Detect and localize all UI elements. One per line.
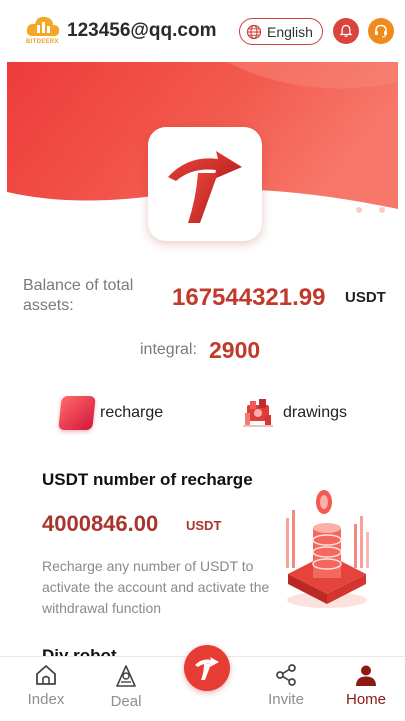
brand-logo-tile [148, 127, 262, 241]
headset-icon [375, 24, 387, 38]
nav-invite-label: Invite [268, 691, 304, 708]
integral-value: 2900 [209, 337, 261, 363]
brand-logo-icon [168, 151, 242, 223]
nav-home-label: Home [345, 691, 386, 708]
bottom-nav: Index Deal Invite Home [0, 645, 405, 721]
notification-button[interactable] [333, 18, 359, 44]
total-assets-unit: USDT [345, 289, 386, 306]
nav-home[interactable]: Home [336, 657, 396, 721]
deal-icon [116, 665, 136, 687]
recharge-card-title: USDT number of recharge [42, 470, 253, 489]
nav-deal[interactable]: Deal [96, 657, 156, 721]
recharge-label: recharge [100, 404, 164, 421]
drawings-button[interactable]: drawings [241, 393, 347, 433]
app-header: BITDEERX 123456@qq.com English [0, 0, 405, 62]
house-icon [36, 665, 56, 685]
nav-invite[interactable]: Invite [256, 657, 316, 721]
nav-center-button[interactable] [184, 645, 230, 691]
language-selector[interactable]: English [239, 18, 323, 45]
nav-deal-label: Deal [110, 693, 142, 710]
person-icon [356, 665, 376, 686]
recharge-card-amount: 4000846.00 [42, 511, 159, 536]
logo-text: BITDEERX [26, 39, 59, 45]
language-label: English [267, 23, 313, 40]
bell-icon [339, 24, 353, 37]
bitdeerx-logo[interactable]: BITDEERX [24, 12, 62, 50]
nav-index[interactable]: Index [16, 657, 76, 721]
total-assets-label: Balance of total assets: [23, 277, 134, 314]
recharge-card-unit: USDT [186, 518, 222, 533]
total-assets-value: 167544321.99 [172, 284, 326, 311]
integral-label: integral: [140, 341, 197, 358]
recharge-card-description: Recharge any number of USDT to activate … [42, 558, 270, 616]
recharge-button[interactable]: recharge [58, 393, 164, 433]
share-icon [276, 664, 296, 686]
customer-service-button[interactable] [368, 18, 394, 44]
coin-stack-illustration [286, 490, 369, 608]
withdraw-icon [243, 399, 273, 427]
drawings-label: drawings [283, 404, 348, 421]
globe-icon [246, 24, 262, 39]
recharge-icon [58, 396, 96, 430]
account-email: 123456@qq.com [67, 20, 217, 41]
brand-logo-icon [195, 657, 219, 680]
nav-index-label: Index [27, 691, 65, 708]
cloud-logo-icon [26, 16, 60, 37]
